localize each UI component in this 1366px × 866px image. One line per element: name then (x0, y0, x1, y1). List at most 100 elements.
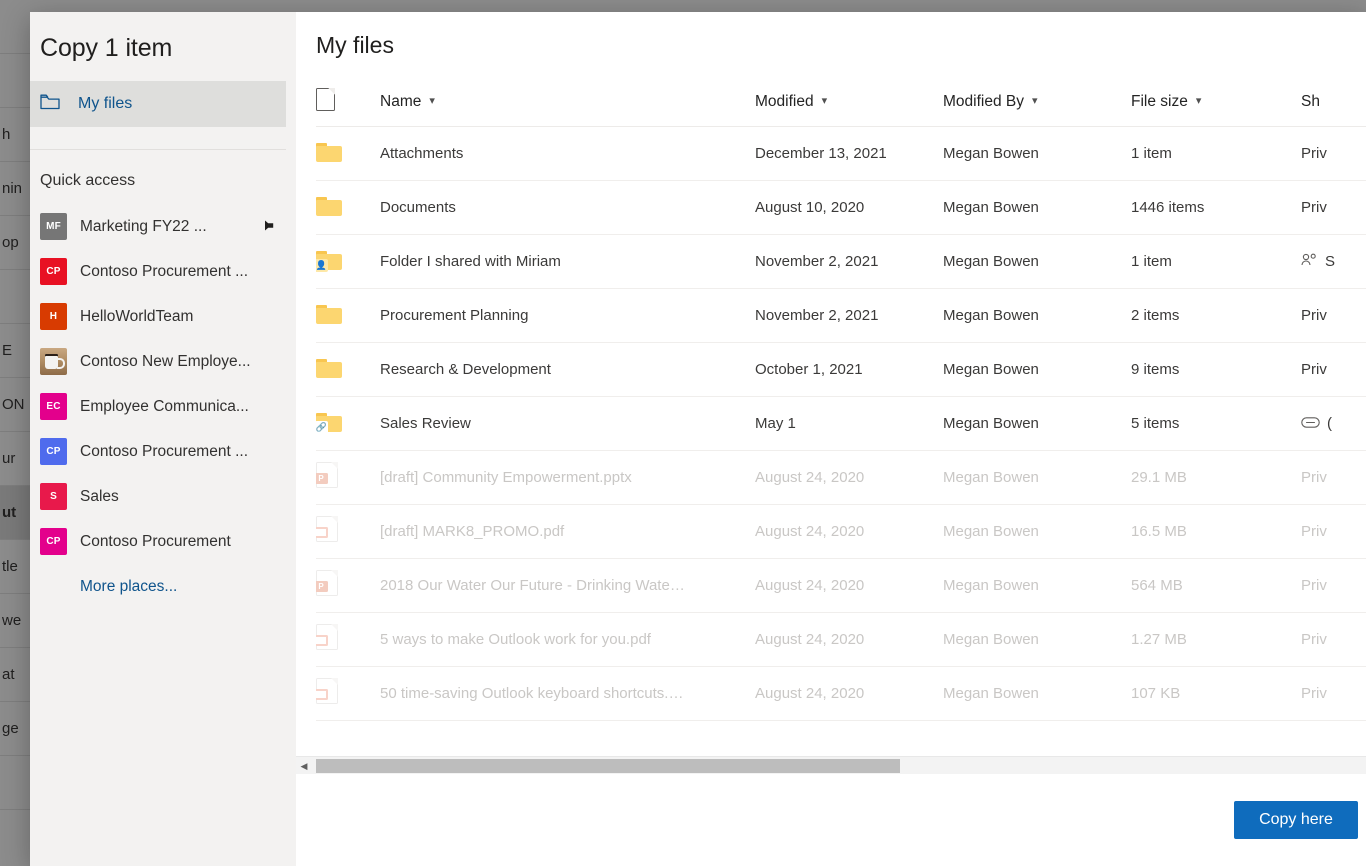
file-table: Name ▾ Modified ▾ Modifi (316, 78, 1366, 721)
sidebar-divider (30, 149, 286, 150)
sidebar-item-my-files[interactable]: My files (30, 81, 286, 127)
row-sharing-label: Priv (1301, 307, 1327, 324)
table-row: P2018 Our Water Our Future - Drinking Wa… (316, 558, 1366, 612)
pin-icon[interactable] (259, 219, 274, 235)
row-icon-cell: 🔗 (316, 396, 380, 450)
row-file-size-cell: 1 item (1131, 234, 1301, 288)
row-file-size-cell: 16.5 MB (1131, 504, 1301, 558)
column-header-modified[interactable]: Modified ▾ (755, 78, 943, 126)
row-file-size-cell: 1.27 MB (1131, 612, 1301, 666)
table-row: P [draft] Community Empowerment.pptxAugus… (316, 450, 1366, 504)
quick-access-item[interactable]: Contoso New Employe... (30, 339, 296, 384)
column-header-modified-by[interactable]: Modified By ▾ (943, 78, 1131, 126)
row-file-size-cell: 29.1 MB (1131, 450, 1301, 504)
row-sharing-label: Priv (1301, 577, 1327, 594)
row-file-size-cell: 9 items (1131, 342, 1301, 396)
quick-access-item-label: Employee Communica... (80, 398, 249, 416)
row-modified-cell: May 1 (755, 396, 943, 450)
table-row: 50 time-saving Outlook keyboard shortcut… (316, 666, 1366, 720)
row-sharing-cell: Priv (1301, 342, 1366, 396)
powerpoint-file-icon: P (316, 570, 338, 596)
site-initials-avatar: CP (40, 258, 67, 285)
row-modified-cell: August 24, 2020 (755, 450, 943, 504)
row-icon-cell (316, 666, 380, 720)
row-modified-cell: August 10, 2020 (755, 180, 943, 234)
column-header-label: Modified By (943, 93, 1024, 111)
row-modified-cell: August 24, 2020 (755, 612, 943, 666)
table-row[interactable]: 🔗Sales ReviewMay 1Megan Bowen5 items( (316, 396, 1366, 450)
row-modified-cell: November 2, 2021 (755, 234, 943, 288)
quick-access-item[interactable]: HHelloWorldTeam (30, 294, 296, 339)
row-file-size-cell: 564 MB (1131, 558, 1301, 612)
row-modified-by-cell: Megan Bowen (943, 558, 1131, 612)
row-sharing-cell: Priv (1301, 666, 1366, 720)
dialog-sidebar: Copy 1 item My files Quick access MFMark… (30, 12, 296, 866)
row-name-cell: Folder I shared with Miriam (380, 234, 755, 288)
quick-access-item[interactable]: MFMarketing FY22 ... (30, 204, 296, 249)
row-icon-cell (316, 504, 380, 558)
column-header-file-size[interactable]: File size ▾ (1131, 78, 1301, 126)
chevron-down-icon[interactable]: ▾ (1032, 96, 1038, 107)
row-sharing-label: Priv (1301, 361, 1327, 378)
folder-icon (316, 195, 342, 216)
row-sharing-cell: Priv (1301, 558, 1366, 612)
horizontal-scrollbar[interactable]: ◀ ▶ (296, 756, 1366, 774)
column-header-name[interactable]: Name ▾ (380, 78, 755, 126)
row-sharing-label: S (1325, 253, 1335, 270)
column-header-label: Name (380, 93, 421, 111)
quick-access-item[interactable]: CPContoso Procurement ... (30, 249, 296, 294)
row-sharing-cell: Priv (1301, 126, 1366, 180)
pdf-file-icon (316, 678, 338, 704)
row-modified-cell: August 24, 2020 (755, 666, 943, 720)
row-sharing-cell: ( (1301, 396, 1366, 450)
column-header-sharing[interactable]: Sh (1301, 78, 1366, 126)
row-file-size-cell: 107 KB (1131, 666, 1301, 720)
row-icon-cell (316, 612, 380, 666)
chevron-down-icon[interactable]: ▾ (1196, 96, 1202, 107)
row-modified-by-cell: Megan Bowen (943, 234, 1131, 288)
people-icon (1301, 253, 1318, 270)
chevron-down-icon[interactable]: ▾ (429, 96, 435, 107)
shared-link-badge-icon: 🔗 (316, 421, 328, 434)
quick-access-item-label: Sales (80, 488, 119, 506)
chevron-down-icon[interactable]: ▾ (822, 96, 828, 107)
row-sharing-label: Priv (1301, 199, 1327, 216)
more-places-link[interactable]: More places... (30, 578, 296, 596)
row-sharing-cell: Priv (1301, 450, 1366, 504)
site-thumbnail-coffee-mug (40, 348, 67, 375)
row-sharing-label: Priv (1301, 685, 1327, 702)
scroll-left-arrow[interactable]: ◀ (296, 757, 312, 775)
folder-icon (316, 141, 342, 162)
row-sharing-label: Priv (1301, 631, 1327, 648)
row-modified-by-cell: Megan Bowen (943, 126, 1131, 180)
copy-here-button[interactable]: Copy here (1234, 801, 1358, 839)
row-modified-by-cell: Megan Bowen (943, 342, 1131, 396)
pdf-file-icon (316, 516, 338, 542)
row-name-cell: [draft] MARK8_PROMO.pdf (380, 504, 755, 558)
row-icon-cell (316, 126, 380, 180)
row-file-size-cell: 2 items (1131, 288, 1301, 342)
row-sharing-cell: Priv (1301, 288, 1366, 342)
row-name-cell: Procurement Planning (380, 288, 755, 342)
row-modified-by-cell: Megan Bowen (943, 612, 1131, 666)
row-modified-cell: November 2, 2021 (755, 288, 943, 342)
table-row[interactable]: Procurement PlanningNovember 2, 2021Mega… (316, 288, 1366, 342)
file-browser-panel: My files (296, 12, 1366, 866)
horizontal-scroll-thumb[interactable] (316, 759, 900, 773)
quick-access-item[interactable]: CPContoso Procurement (30, 519, 296, 564)
row-icon-cell (316, 180, 380, 234)
quick-access-item[interactable]: ECEmployee Communica... (30, 384, 296, 429)
row-modified-by-cell: Megan Bowen (943, 504, 1131, 558)
table-row[interactable]: AttachmentsDecember 13, 2021Megan Bowen1… (316, 126, 1366, 180)
quick-access-item[interactable]: SSales (30, 474, 296, 519)
quick-access-item[interactable]: CPContoso Procurement ... (30, 429, 296, 474)
table-row[interactable]: Research & DevelopmentOctober 1, 2021Meg… (316, 342, 1366, 396)
row-name-cell: [draft] Community Empowerment.pptx (380, 450, 755, 504)
table-row[interactable]: DocumentsAugust 10, 2020Megan Bowen1446 … (316, 180, 1366, 234)
column-header-label: Sh (1301, 93, 1320, 111)
file-browser-header: My files (296, 12, 1366, 78)
table-row[interactable]: 👤Folder I shared with MiriamNovember 2, … (316, 234, 1366, 288)
row-modified-by-cell: Megan Bowen (943, 180, 1131, 234)
row-sharing-label: Priv (1301, 469, 1327, 486)
powerpoint-file-icon: P (316, 462, 338, 488)
